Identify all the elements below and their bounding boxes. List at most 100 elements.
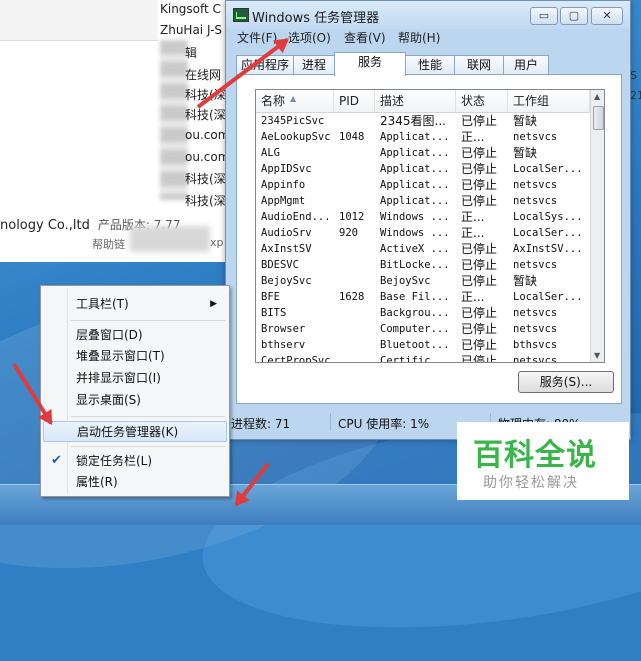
- menu-item-label: 属性(R): [76, 475, 118, 489]
- menu-item-show-desktop[interactable]: 显示桌面(S): [43, 390, 227, 410]
- table-row[interactable]: AxInstSV ActiveX ... 已停止 AxInstSV...: [256, 241, 590, 257]
- tab-services[interactable]: 服务: [334, 52, 406, 76]
- blurred-region: [160, 40, 188, 200]
- blurred-region: [130, 226, 210, 252]
- close-button[interactable]: ✕: [591, 7, 623, 25]
- company-name: nology Co.,ltd: [0, 218, 90, 233]
- cell-name: AeLookupSvc: [261, 131, 331, 143]
- sort-up-icon: ▲: [290, 94, 297, 103]
- services-list[interactable]: 名称 ▲ PID 描述 状态 工作组 2345PicSvc 2345看图... 已停止…: [255, 89, 605, 363]
- scroll-thumb[interactable]: [593, 106, 604, 130]
- cell-description: Certific...: [380, 355, 450, 363]
- menu-item-toolbars[interactable]: 工具栏(T) ▶: [43, 294, 227, 314]
- cell-group: LocalSer...: [513, 163, 583, 175]
- scroll-up-icon[interactable]: ▲: [594, 92, 600, 101]
- background-text: 在线网: [185, 68, 222, 82]
- help-link[interactable]: 帮助链 xp: [92, 236, 224, 252]
- menu-file[interactable]: 文件(F): [237, 29, 277, 46]
- cell-status: 正...: [461, 210, 485, 224]
- table-row[interactable]: Browser Computer... 已停止 netsvcs: [256, 321, 590, 337]
- cell-pid: [334, 305, 375, 321]
- cell-pid: 1628: [339, 291, 365, 303]
- tab-networking[interactable]: 联网: [454, 55, 504, 74]
- menu-item-start-task-manager[interactable]: 启动任务管理器(K): [43, 421, 227, 442]
- cell-description: Base Fil...: [380, 291, 450, 303]
- table-row[interactable]: AeLookupSvc 1048 Applicat... 正... netsvcs: [256, 129, 590, 145]
- cell-group: netsvcs: [513, 195, 558, 207]
- table-row[interactable]: bthserv Bluetoot... 已停止 bthsvcs: [256, 337, 590, 353]
- help-link-label: 帮助链: [92, 238, 125, 251]
- cell-status: 已停止: [461, 274, 498, 288]
- background-right-text: S 21: [630, 66, 641, 106]
- background-text: ou.com: [185, 150, 230, 164]
- column-header-group[interactable]: 工作组: [508, 90, 590, 112]
- column-header-name[interactable]: 名称 ▲: [256, 90, 334, 112]
- scroll-down-icon[interactable]: ▼: [594, 351, 600, 360]
- cell-group: AxInstSV...: [513, 243, 583, 255]
- tab-performance[interactable]: 性能: [405, 55, 455, 74]
- menu-item-lock-taskbar[interactable]: ✔ 锁定任务栏(L): [43, 451, 227, 471]
- cell-status: 已停止: [461, 114, 498, 128]
- cell-group: netsvcs: [513, 131, 558, 143]
- title-bar[interactable]: Windows 任务管理器 ▭ ▢ ✕: [226, 1, 630, 29]
- menu-help[interactable]: 帮助(H): [398, 29, 440, 46]
- table-row[interactable]: AudioSrv 920 Windows ... 正... LocalSer...: [256, 225, 590, 241]
- cell-pid: [334, 257, 375, 273]
- cell-group: bthsvcs: [513, 339, 558, 351]
- cell-status: 正...: [461, 226, 485, 240]
- menu-options[interactable]: 选项(O): [288, 29, 331, 46]
- menu-separator: [71, 416, 225, 417]
- cell-pid: [334, 145, 375, 161]
- cell-name: Browser: [261, 323, 306, 335]
- menu-item-cascade[interactable]: 层叠窗口(D): [43, 325, 227, 345]
- cell-pid: 1048: [339, 131, 365, 143]
- table-row[interactable]: BDESVC BitLocke... 已停止 netsvcs: [256, 257, 590, 273]
- menu-item-label: 启动任务管理器(K): [77, 425, 179, 439]
- column-header-label: 名称: [261, 94, 286, 108]
- cell-group: 暂缺: [513, 146, 538, 160]
- table-row[interactable]: AppMgmt Applicat... 已停止 netsvcs: [256, 193, 590, 209]
- list-rows: 2345PicSvc 2345看图... 已停止 暂缺 AeLookupSvc 1048 A…: [256, 113, 590, 363]
- table-row[interactable]: AudioEnd... 1012 Windows ... 正... LocalSys..…: [256, 209, 590, 225]
- list-header: 名称 ▲ PID 描述 状态 工作组: [256, 90, 590, 113]
- cell-status: 已停止: [461, 338, 498, 352]
- cell-group: 暂缺: [513, 114, 538, 128]
- cell-description: Backgrou...: [380, 307, 450, 319]
- vertical-scrollbar[interactable]: ▲ ▼: [590, 90, 604, 362]
- tab-users[interactable]: 用户: [503, 55, 549, 74]
- table-row[interactable]: BITS Backgrou... 已停止 netsvcs: [256, 305, 590, 321]
- cell-status: 已停止: [461, 258, 498, 272]
- background-text: Kingsoft C: [160, 2, 221, 16]
- menu-item-properties[interactable]: 属性(R): [43, 472, 227, 492]
- column-header-description[interactable]: 描述: [375, 90, 456, 112]
- tab-processes[interactable]: 进程: [293, 55, 335, 74]
- column-header-pid[interactable]: PID: [334, 90, 375, 112]
- services-button[interactable]: 服务(S)...: [518, 371, 614, 393]
- menu-item-label: 并排显示窗口(I): [76, 371, 161, 385]
- maximize-button[interactable]: ▢: [560, 7, 588, 25]
- menu-item-stacked[interactable]: 堆叠显示窗口(T): [43, 346, 227, 366]
- table-row[interactable]: ALG Applicat... 已停止 暂缺: [256, 145, 590, 161]
- table-row[interactable]: 2345PicSvc 2345看图... 已停止 暂缺: [256, 113, 590, 129]
- table-row[interactable]: BejoySvc BejoySvc 已停止 暂缺: [256, 273, 590, 289]
- menu-item-side-by-side[interactable]: 并排显示窗口(I): [43, 368, 227, 388]
- cell-group: 暂缺: [513, 274, 538, 288]
- tab-strip: 应用程序 进程 服务 性能 联网 用户: [236, 52, 620, 76]
- minimize-button[interactable]: ▭: [530, 7, 558, 25]
- background-text: S: [630, 69, 637, 82]
- cell-group: netsvcs: [513, 259, 558, 271]
- column-header-status[interactable]: 状态: [456, 90, 508, 112]
- cell-status: 已停止: [461, 306, 498, 320]
- taskbar-context-menu: 工具栏(T) ▶ 层叠窗口(D) 堆叠显示窗口(T) 并排显示窗口(I) 显示桌面…: [40, 285, 230, 497]
- menu-view[interactable]: 查看(V): [344, 29, 386, 46]
- watermark-subtitle: 助你轻松解决: [483, 475, 579, 491]
- cell-name: AxInstSV: [261, 243, 312, 255]
- table-row[interactable]: BFE 1628 Base Fil... 正... LocalSer...: [256, 289, 590, 305]
- cell-name: AppMgmt: [261, 195, 306, 207]
- table-row[interactable]: AppIDSvc Applicat... 已停止 LocalSer...: [256, 161, 590, 177]
- window-title: Windows 任务管理器: [252, 11, 380, 26]
- table-row[interactable]: CertPropSvc Certific... 已停止 netsvcs: [256, 353, 590, 363]
- submenu-arrow-icon: ▶: [210, 299, 217, 309]
- table-row[interactable]: Appinfo Applicat... 已停止 netsvcs: [256, 177, 590, 193]
- task-manager-window: Windows 任务管理器 ▭ ▢ ✕ 文件(F) 选项(O) 查看(V) 帮助…: [225, 0, 631, 440]
